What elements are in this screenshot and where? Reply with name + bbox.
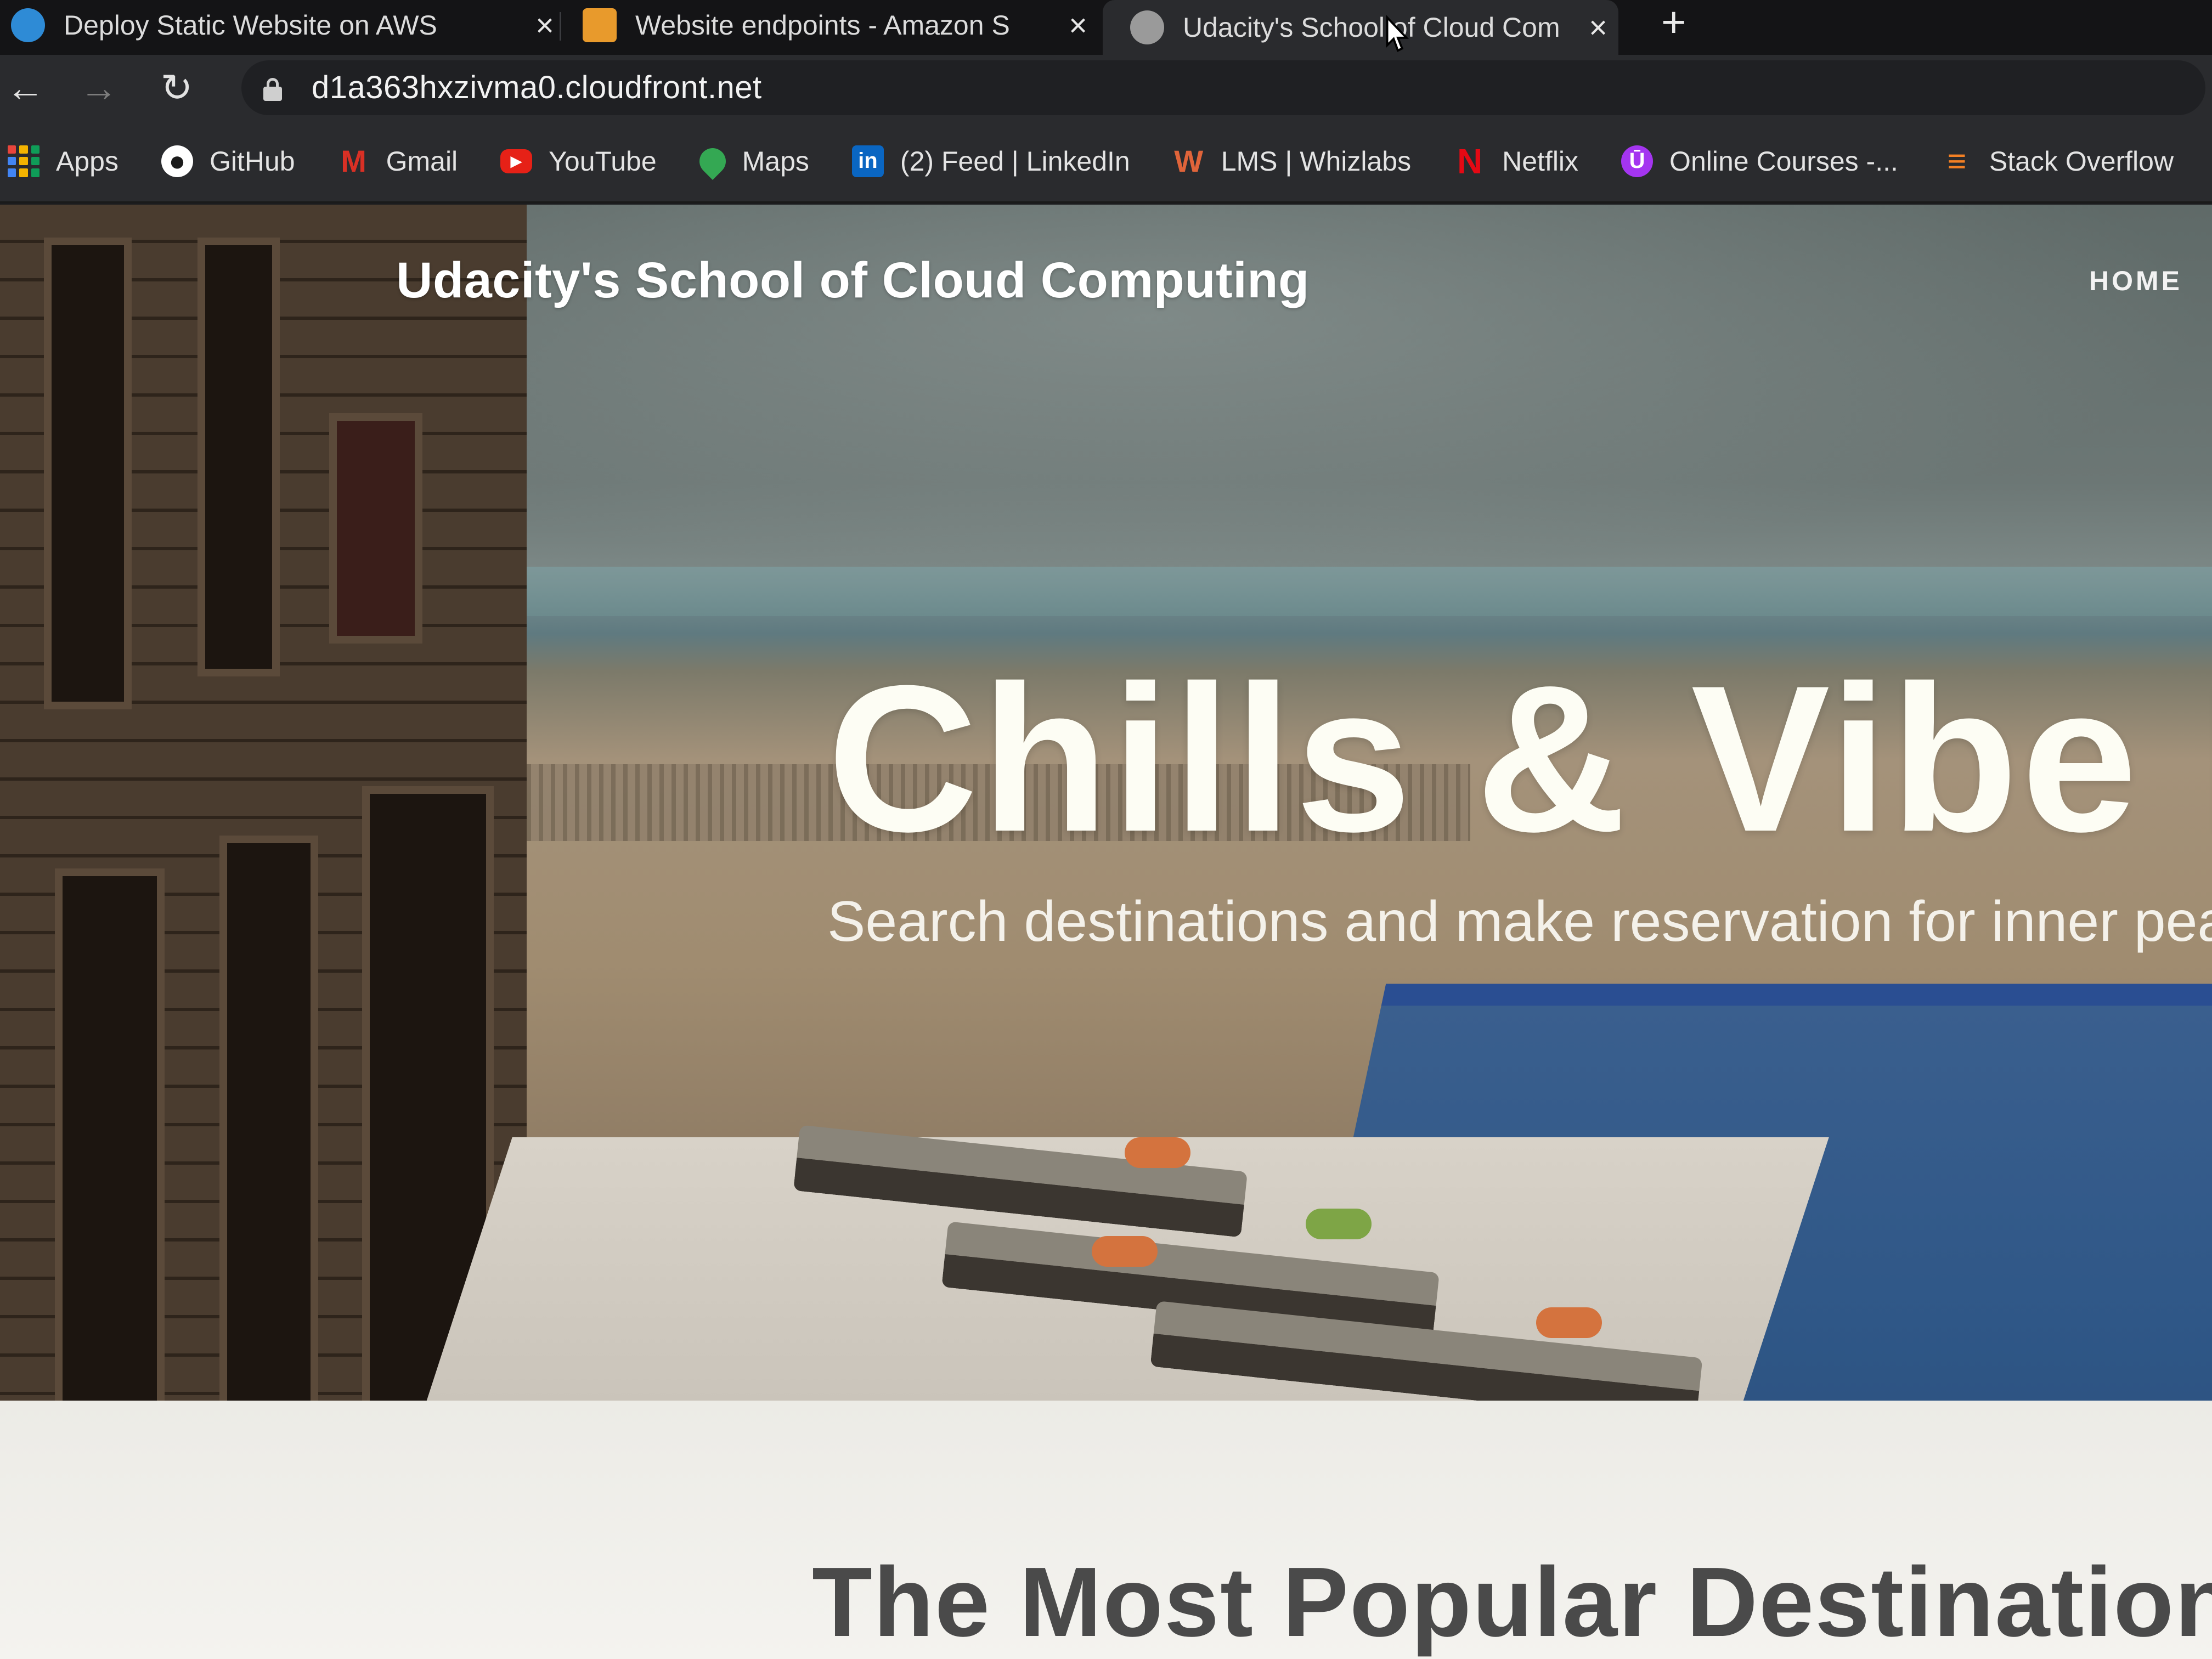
bookmark-github[interactable]: ● GitHub — [161, 145, 295, 177]
address-bar[interactable]: d1a363hxzivma0.cloudfront.net — [241, 60, 2205, 115]
tab-title: Website endpoints - Amazon S — [635, 10, 1010, 41]
tab-title: Udacity's School of Cloud Com — [1183, 12, 1560, 43]
bookmark-netflix[interactable]: N Netflix — [1454, 141, 1579, 181]
hero-section: Udacity's School of Cloud Computing HOME… — [0, 205, 2212, 1532]
bookmark-whizlabs[interactable]: W LMS | Whizlabs — [1173, 144, 1412, 178]
udacity-favicon-icon — [11, 8, 45, 42]
mouse-pointer-icon — [1386, 15, 1409, 52]
reload-icon[interactable]: ↻ — [155, 66, 199, 110]
browser-tab-strip: Deploy Static Website on AWS × Website e… — [0, 0, 2212, 55]
bookmarks-bar: Apps ● GitHub M Gmail ▶ YouTube Maps in … — [0, 121, 2212, 203]
bookmark-linkedin[interactable]: in (2) Feed | LinkedIn — [851, 145, 1130, 177]
lock-icon[interactable] — [263, 78, 282, 101]
bookmark-label: Apps — [56, 145, 119, 177]
browser-toolbar: ← → ↻ d1a363hxzivma0.cloudfront.net — [0, 55, 2212, 121]
web-page-viewport: Udacity's School of Cloud Computing HOME… — [0, 205, 2212, 1659]
hero-background-pillow — [1536, 1307, 1602, 1338]
back-arrow-icon[interactable]: ← — [3, 66, 47, 110]
bookmark-stackoverflow[interactable]: ≡ Stack Overflow — [1941, 143, 2174, 179]
tab-separator — [560, 12, 561, 41]
tab-close-icon[interactable]: × — [1589, 9, 1607, 46]
bookmark-label: Stack Overflow — [1989, 145, 2174, 177]
maps-pin-icon — [693, 142, 731, 180]
hero-background-pillow — [1092, 1236, 1158, 1267]
hero-background-sea — [472, 567, 2212, 616]
bookmark-label: Online Courses -... — [1669, 145, 1898, 177]
udemy-icon: Ū — [1621, 145, 1654, 177]
aws-docs-favicon-icon — [583, 8, 617, 42]
bookmark-label: Netflix — [1502, 145, 1579, 177]
forward-arrow-icon[interactable]: → — [77, 66, 121, 110]
netflix-icon: N — [1457, 141, 1483, 181]
gmail-icon: M — [341, 144, 366, 178]
site-title[interactable]: Udacity's School of Cloud Computing — [396, 252, 1310, 309]
github-icon: ● — [161, 145, 193, 177]
bookmark-label: GitHub — [209, 145, 295, 177]
hero-background-building — [0, 205, 527, 1466]
popular-destinations-section: The Most Popular Destinations for — [0, 1401, 2212, 1659]
linkedin-icon: in — [851, 145, 884, 177]
nav-home-link[interactable]: HOME — [2089, 265, 2182, 297]
bookmark-gmail[interactable]: M Gmail — [338, 144, 458, 178]
new-tab-button[interactable]: + — [1661, 0, 1686, 44]
bookmark-apps[interactable]: Apps — [8, 145, 119, 177]
globe-favicon-icon — [1130, 10, 1164, 44]
tab-website-endpoints[interactable]: Website endpoints - Amazon S × — [583, 0, 1087, 50]
hero-background-pillow — [1306, 1209, 1372, 1239]
tab-udacity-cloud-computing[interactable]: Udacity's School of Cloud Com × — [1103, 0, 1618, 55]
tab-close-icon[interactable]: × — [1069, 7, 1087, 44]
tab-close-icon[interactable]: × — [535, 7, 554, 44]
bookmark-label: Maps — [742, 145, 809, 177]
youtube-icon: ▶ — [500, 149, 533, 173]
bookmark-label: YouTube — [549, 145, 657, 177]
bookmark-maps[interactable]: Maps — [693, 142, 809, 180]
hero-background-pillow — [1125, 1137, 1190, 1168]
hero-heading: Chills & Vibe Bl — [827, 654, 2212, 863]
bookmark-label: (2) Feed | LinkedIn — [900, 145, 1130, 177]
stackoverflow-icon: ≡ — [1947, 143, 1967, 179]
section-heading: The Most Popular Destinations for — [812, 1547, 2212, 1657]
hero-subheading: Search destinations and make reservation… — [827, 890, 2212, 953]
bookmark-label: Gmail — [386, 145, 458, 177]
tab-title: Deploy Static Website on AWS — [64, 10, 437, 41]
whizlabs-icon: W — [1174, 144, 1204, 178]
bookmark-udemy[interactable]: Ū Online Courses -... — [1621, 145, 1898, 177]
address-url-text[interactable]: d1a363hxzivma0.cloudfront.net — [312, 60, 762, 115]
bookmark-youtube[interactable]: ▶ YouTube — [500, 145, 657, 177]
apps-grid-icon — [8, 145, 40, 177]
bookmark-label: LMS | Whizlabs — [1221, 145, 1412, 177]
tab-deploy-static-website[interactable]: Deploy Static Website on AWS × — [11, 0, 554, 50]
